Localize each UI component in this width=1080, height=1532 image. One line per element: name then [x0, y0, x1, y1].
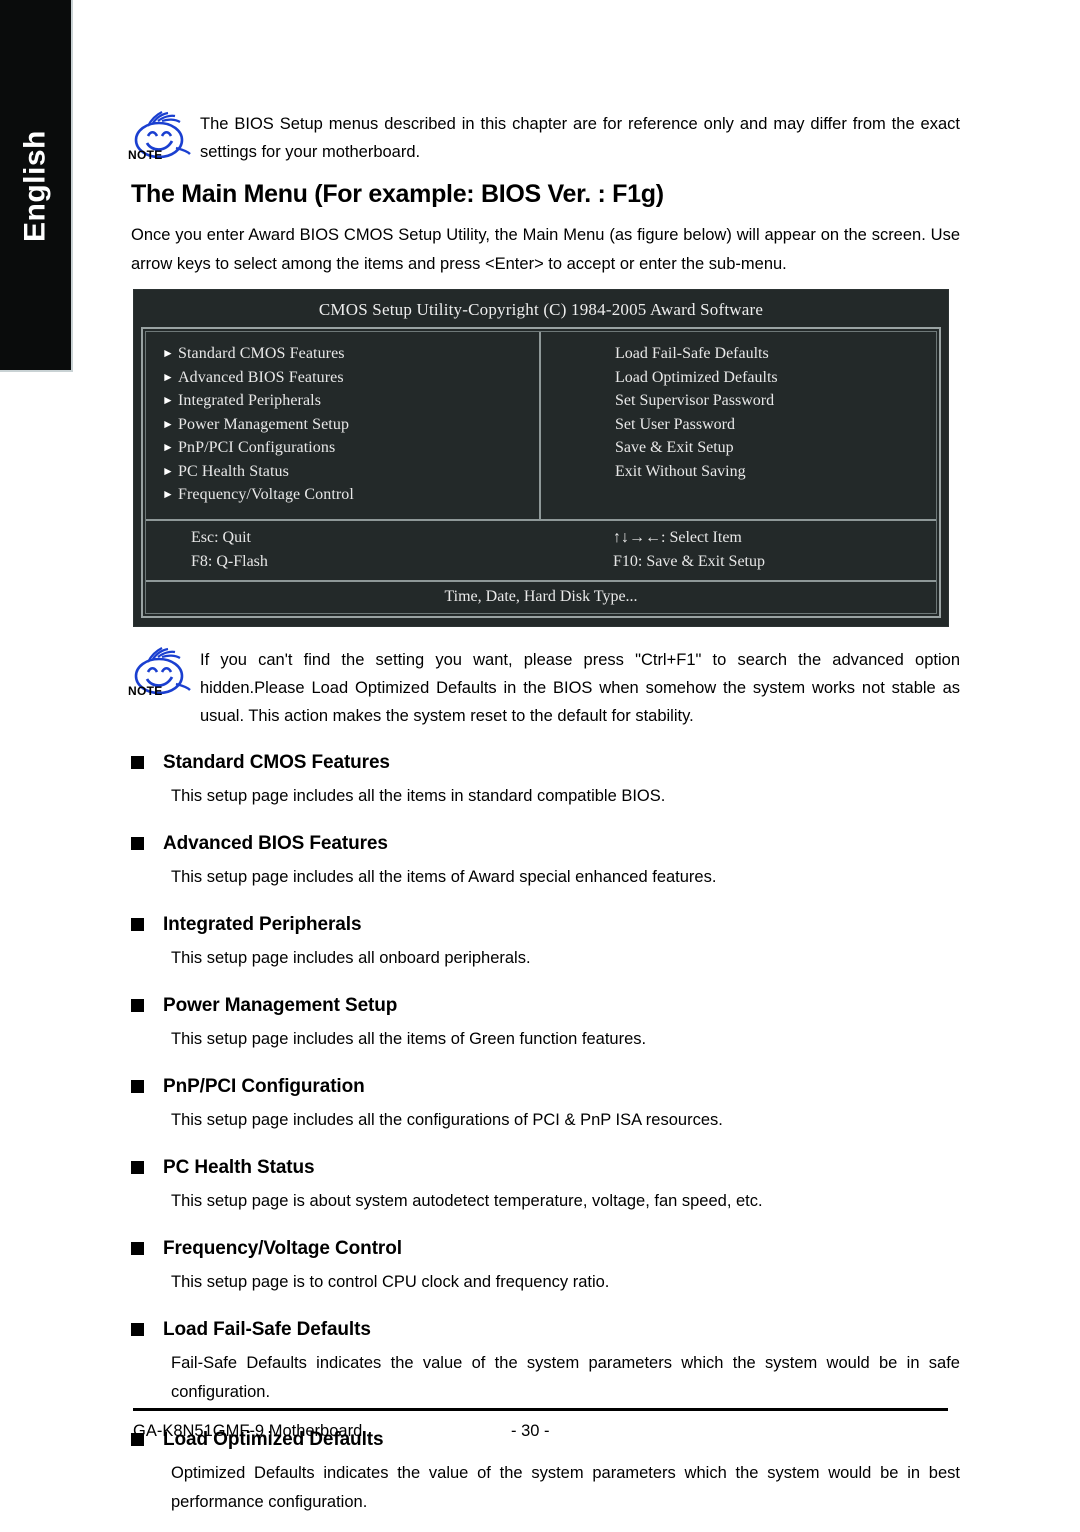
language-tab-label: English: [18, 130, 52, 242]
footer-divider: [133, 1408, 948, 1411]
note-block-top: NOTE The BIOS Setup menus described in t…: [128, 108, 960, 166]
note-top-text: The BIOS Setup menus described in this c…: [200, 115, 960, 161]
right-triangle-icon: ►: [162, 487, 174, 501]
bios-menu-item[interactable]: ► Standard CMOS Features: [146, 342, 539, 366]
section-heading: Advanced BIOS Features: [131, 833, 960, 855]
bios-menu-item-label: PC Health Status: [178, 462, 289, 480]
section-body: This setup page includes all the items i…: [171, 786, 666, 805]
bios-key-hint: ↑↓→←: Select Item: [613, 528, 742, 546]
square-bullet-icon: [131, 837, 144, 850]
bios-menu-item[interactable]: Load Fail-Safe Defaults: [541, 342, 936, 366]
square-bullet-icon: [131, 1080, 144, 1093]
section-heading: Load Fail-Safe Defaults: [131, 1319, 960, 1341]
section-heading-label: Frequency/Voltage Control: [163, 1237, 402, 1259]
bios-menu-left-column: ► Standard CMOS Features ► Advanced BIOS…: [146, 332, 541, 519]
section-heading-label: Power Management Setup: [163, 994, 398, 1016]
note-smiley-icon: NOTE: [128, 646, 200, 702]
square-bullet-icon: [131, 1161, 144, 1174]
page-title: The Main Menu (For example: BIOS Ver. : …: [131, 180, 664, 208]
square-bullet-icon: [131, 756, 144, 769]
right-triangle-icon: ►: [162, 416, 174, 431]
bios-menu: ► Standard CMOS Features ► Advanced BIOS…: [146, 332, 936, 519]
section-body: This setup page is about system autodete…: [171, 1191, 763, 1210]
right-triangle-icon: ►: [162, 393, 174, 407]
section-heading: Standard CMOS Features: [131, 752, 960, 774]
right-triangle-icon: ►: [162, 346, 174, 360]
square-bullet-icon: [131, 918, 144, 931]
section-heading-label: PC Health Status: [163, 1156, 315, 1178]
bios-key-hint: Esc: Quit: [191, 528, 251, 546]
bios-screen: CMOS Setup Utility-Copyright (C) 1984-20…: [133, 289, 949, 627]
bios-frame: ► Standard CMOS Features ► Advanced BIOS…: [141, 327, 941, 618]
bios-menu-item[interactable]: ► Power Management Setup: [146, 413, 539, 437]
section-body: Fail-Safe Defaults indicates the value o…: [171, 1353, 960, 1401]
bios-title-bar: CMOS Setup Utility-Copyright (C) 1984-20…: [318, 300, 764, 319]
footer-page-number: - 30 -: [511, 1422, 550, 1440]
right-triangle-icon: ►: [162, 369, 174, 384]
bios-key-hint: F8: Q-Flash: [191, 552, 268, 570]
note-icon-caption: NOTE: [128, 683, 163, 698]
bios-menu-right-column: Load Fail-Safe Defaults Load Optimized D…: [541, 332, 936, 519]
section-list: Standard CMOS Features This setup page i…: [128, 752, 960, 1517]
section-heading-label: Load Fail-Safe Defaults: [163, 1318, 371, 1340]
bios-menu-item[interactable]: ► Advanced BIOS Features: [146, 366, 539, 390]
bios-key-hints-left: Esc: Quit F8: Q-Flash: [146, 526, 541, 574]
bios-menu-item[interactable]: Load Optimized Defaults: [541, 366, 936, 390]
bios-menu-item[interactable]: ► PC Health Status: [146, 460, 539, 484]
note-bottom-text: If you can't find the setting you want, …: [200, 650, 960, 725]
section-body: Optimized Defaults indicates the value o…: [171, 1463, 960, 1511]
bios-menu-item-label: Standard CMOS Features: [178, 345, 345, 362]
section-heading: PnP/PCI Configuration: [131, 1076, 960, 1098]
bios-menu-item-label: PnP/PCI Configurations: [178, 439, 336, 456]
bios-menu-item-label: Advanced BIOS Features: [178, 368, 344, 386]
section-body: This setup page includes all the items o…: [171, 867, 717, 886]
page-footer: GA-K8N51GMF-9 Motherboard - 30 -: [133, 1422, 948, 1441]
footer-product-name: GA-K8N51GMF-9 Motherboard: [133, 1422, 363, 1440]
bios-key-hint: F10: Save & Exit Setup: [613, 552, 765, 570]
bios-status-bar: Time, Date, Hard Disk Type...: [146, 579, 936, 613]
bios-frame-inner: ► Standard CMOS Features ► Advanced BIOS…: [145, 331, 937, 614]
square-bullet-icon: [131, 999, 144, 1012]
note-smiley-icon: NOTE: [128, 110, 200, 166]
right-triangle-icon: ►: [162, 463, 174, 478]
section-body: This setup page includes all onboard per…: [171, 948, 531, 967]
section-body: This setup page includes all the configu…: [171, 1110, 723, 1129]
bios-menu-item[interactable]: Set User Password: [541, 413, 936, 437]
page-content: NOTE The BIOS Setup menus described in t…: [128, 0, 960, 1532]
bios-menu-item[interactable]: Save & Exit Setup: [541, 436, 936, 460]
square-bullet-icon: [131, 1323, 144, 1336]
right-triangle-icon: ►: [162, 440, 174, 454]
bios-menu-item[interactable]: ► Frequency/Voltage Control: [146, 483, 539, 507]
bios-menu-item-label: Frequency/Voltage Control: [178, 486, 354, 503]
section-heading: Power Management Setup: [131, 995, 960, 1017]
bios-menu-item-label: Integrated Peripherals: [178, 392, 322, 409]
language-tab: English: [0, 0, 73, 372]
square-bullet-icon: [131, 1242, 144, 1255]
bios-key-hints: Esc: Quit F8: Q-Flash ↑↓→←: Select Item …: [146, 518, 936, 580]
intro-paragraph: Once you enter Award BIOS CMOS Setup Uti…: [131, 226, 960, 273]
bios-key-hints-right: ↑↓→←: Select Item F10: Save & Exit Setup: [541, 526, 936, 574]
section-heading-label: PnP/PCI Configuration: [163, 1075, 365, 1097]
section-heading: Frequency/Voltage Control: [131, 1238, 960, 1260]
section-heading: PC Health Status: [131, 1157, 960, 1179]
section-heading-label: Advanced BIOS Features: [163, 832, 388, 854]
note-block-bottom: NOTE If you can't find the setting you w…: [128, 644, 960, 730]
section-heading-label: Integrated Peripherals: [163, 913, 362, 935]
bios-menu-item[interactable]: ► PnP/PCI Configurations: [146, 436, 539, 460]
section-heading: Integrated Peripherals: [131, 914, 960, 936]
section-body: This setup page includes all the items o…: [171, 1029, 647, 1048]
section-body: This setup page is to control CPU clock …: [171, 1272, 610, 1291]
bios-menu-item[interactable]: Exit Without Saving: [541, 460, 936, 484]
bios-menu-item[interactable]: Set Supervisor Password: [541, 389, 936, 413]
bios-menu-item[interactable]: ► Integrated Peripherals: [146, 389, 539, 413]
note-icon-caption: NOTE: [128, 148, 163, 162]
section-heading-label: Standard CMOS Features: [163, 751, 390, 773]
bios-menu-item-label: Power Management Setup: [178, 415, 350, 433]
